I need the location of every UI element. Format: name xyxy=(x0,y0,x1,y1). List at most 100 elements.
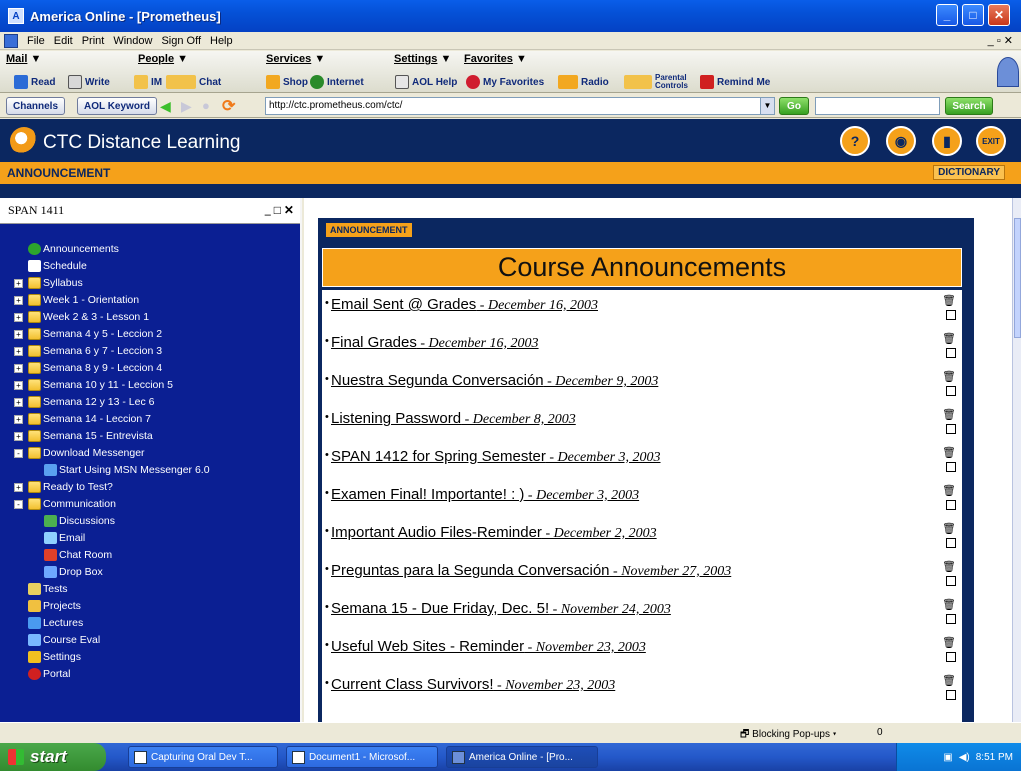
trash-icon[interactable]: 🗑 xyxy=(942,522,956,535)
forward-icon[interactable]: ▶ xyxy=(181,98,192,115)
sidebar-item[interactable]: Lectures xyxy=(0,615,300,632)
edit-icon[interactable] xyxy=(946,310,956,320)
task-document1[interactable]: Document1 - Microsof... xyxy=(286,746,438,768)
announcement-link[interactable]: Examen Final! Importante! : ) - December… xyxy=(331,486,639,504)
edit-icon[interactable] xyxy=(946,576,956,586)
search-button[interactable]: Search xyxy=(945,97,993,115)
menu-file[interactable]: File xyxy=(27,35,45,47)
chat-button[interactable]: Chat xyxy=(166,74,221,90)
expand-icon[interactable]: + xyxy=(14,415,23,424)
sidebar-item[interactable]: Tests xyxy=(0,581,300,598)
shop-button[interactable]: Shop xyxy=(266,74,308,90)
expand-icon[interactable]: + xyxy=(14,483,23,492)
task-america-online[interactable]: America Online - [Pro... xyxy=(446,746,598,768)
parental-controls-button[interactable]: Parental Controls xyxy=(624,74,699,90)
sidebar-item[interactable]: + Week 2 & 3 - Lesson 1 xyxy=(0,309,300,326)
sidebar-item[interactable]: Chat Room xyxy=(0,547,300,564)
edit-icon[interactable] xyxy=(946,652,956,662)
sidebar-item[interactable]: + Semana 12 y 13 - Lec 6 xyxy=(0,394,300,411)
trash-icon[interactable]: 🗑 xyxy=(942,560,956,573)
announcement-link[interactable]: Nuestra Segunda Conversación - December … xyxy=(331,372,658,390)
notebook-icon[interactable]: ▮ xyxy=(932,126,962,156)
dictionary-button[interactable]: DICTIONARY xyxy=(933,165,1005,180)
panel-window-controls[interactable]: _ □ ✕ xyxy=(265,203,294,218)
trash-icon[interactable]: 🗑 xyxy=(942,674,956,687)
exit-icon[interactable]: EXIT xyxy=(976,126,1006,156)
content-scrollbar[interactable] xyxy=(1012,198,1021,722)
edit-icon[interactable] xyxy=(946,386,956,396)
trash-icon[interactable]: 🗑 xyxy=(942,408,956,421)
edit-icon[interactable] xyxy=(946,500,956,510)
sidebar-item[interactable]: Start Using MSN Messenger 6.0 xyxy=(0,462,300,479)
edit-icon[interactable] xyxy=(946,614,956,624)
sidebar-item[interactable]: + Week 1 - Orientation xyxy=(0,292,300,309)
help-icon[interactable]: ? xyxy=(840,126,870,156)
collapse-icon[interactable]: - xyxy=(14,449,23,458)
announcement-link[interactable]: Current Class Survivors! - November 23, … xyxy=(331,676,615,694)
aol-keyword-button[interactable]: AOL Keyword xyxy=(77,97,157,115)
sidebar-item[interactable]: Announcements xyxy=(0,241,300,258)
trash-icon[interactable]: 🗑 xyxy=(942,598,956,611)
sidebar-item[interactable]: Discussions xyxy=(0,513,300,530)
menu-help[interactable]: Help xyxy=(210,35,233,47)
sidebar-item[interactable]: + Semana 14 - Leccion 7 xyxy=(0,411,300,428)
maximize-button[interactable]: □ xyxy=(962,4,984,26)
start-button[interactable]: start xyxy=(0,743,106,771)
sidebar-item[interactable]: + Ready to Test? xyxy=(0,479,300,496)
sidebar-item[interactable]: Portal xyxy=(0,666,300,683)
sidebar-item[interactable]: Course Eval xyxy=(0,632,300,649)
announcement-link[interactable]: Semana 15 - Due Friday, Dec. 5! - Novemb… xyxy=(331,600,671,618)
sidebar-item[interactable]: + Semana 8 y 9 - Leccion 4 xyxy=(0,360,300,377)
go-button[interactable]: Go xyxy=(779,97,809,115)
expand-icon[interactable]: + xyxy=(14,330,23,339)
menu-print[interactable]: Print xyxy=(82,35,105,47)
announcement-link[interactable]: Important Audio Files-Reminder - Decembe… xyxy=(331,524,657,542)
sidebar-item[interactable]: Projects xyxy=(0,598,300,615)
sidebar-item[interactable]: + Semana 15 - Entrevista xyxy=(0,428,300,445)
menu-sign-off[interactable]: Sign Off xyxy=(161,35,201,47)
sidebar-item[interactable]: Schedule xyxy=(0,258,300,275)
announcement-link[interactable]: Preguntas para la Segunda Conversación -… xyxy=(331,562,731,580)
sidebar-item[interactable]: Drop Box xyxy=(0,564,300,581)
menu-edit[interactable]: Edit xyxy=(54,35,73,47)
url-dropdown-icon[interactable]: ▼ xyxy=(760,98,774,114)
sidebar-item[interactable]: + Semana 10 y 11 - Leccion 5 xyxy=(0,377,300,394)
eye-icon[interactable]: ◉ xyxy=(886,126,916,156)
system-menu-icon[interactable] xyxy=(4,33,18,48)
menu-window[interactable]: Window xyxy=(113,35,152,47)
people-menu[interactable]: People ▼ xyxy=(138,53,188,65)
write-button[interactable]: Write xyxy=(68,74,110,90)
sidebar-item[interactable]: Email xyxy=(0,530,300,547)
scrollbar-thumb[interactable] xyxy=(1014,218,1021,338)
internet-button[interactable]: Internet xyxy=(310,74,364,90)
services-menu[interactable]: Services ▼ xyxy=(266,53,325,65)
settings-menu[interactable]: Settings ▼ xyxy=(394,53,451,65)
edit-icon[interactable] xyxy=(946,538,956,548)
collapse-icon[interactable]: - xyxy=(14,500,23,509)
expand-icon[interactable]: + xyxy=(14,398,23,407)
announcement-link[interactable]: Useful Web Sites - Reminder - November 2… xyxy=(331,638,646,656)
im-button[interactable]: IM xyxy=(134,74,162,90)
sidebar-item[interactable]: + Semana 6 y 7 - Leccion 3 xyxy=(0,343,300,360)
sidebar-item[interactable]: - Download Messenger xyxy=(0,445,300,462)
trash-icon[interactable]: 🗑 xyxy=(942,636,956,649)
edit-icon[interactable] xyxy=(946,424,956,434)
expand-icon[interactable]: + xyxy=(14,381,23,390)
expand-icon[interactable]: + xyxy=(14,279,23,288)
edit-icon[interactable] xyxy=(946,348,956,358)
remind-me-button[interactable]: Remind Me xyxy=(700,74,770,90)
expand-icon[interactable]: + xyxy=(14,296,23,305)
sidebar-item[interactable]: - Communication xyxy=(0,496,300,513)
popup-blocker[interactable]: 🗗 Blocking Pop-ups ▾ xyxy=(740,727,836,744)
expand-icon[interactable]: + xyxy=(14,313,23,322)
sidebar-item[interactable]: Settings xyxy=(0,649,300,666)
edit-icon[interactable] xyxy=(946,690,956,700)
announcement-link[interactable]: Listening Password - December 8, 2003 xyxy=(331,410,576,428)
trash-icon[interactable]: 🗑 xyxy=(942,446,956,459)
announcement-link[interactable]: SPAN 1412 for Spring Semester - December… xyxy=(331,448,661,466)
search-input[interactable] xyxy=(815,97,940,115)
sidebar-item[interactable]: + Semana 4 y 5 - Leccion 2 xyxy=(0,326,300,343)
edit-icon[interactable] xyxy=(946,462,956,472)
trash-icon[interactable]: 🗑 xyxy=(942,294,956,307)
my-favorites-button[interactable]: My Favorites xyxy=(466,74,544,90)
